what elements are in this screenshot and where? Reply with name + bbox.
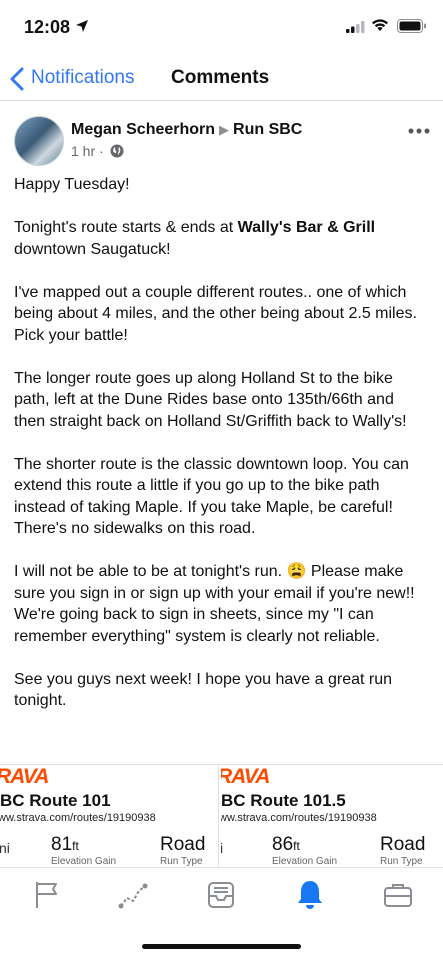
location-arrow-icon bbox=[76, 20, 88, 32]
route-name: BC Route 101.5 bbox=[221, 791, 346, 810]
route-url: ww.strava.com/routes/19190938 bbox=[221, 812, 377, 824]
flag-icon[interactable] bbox=[29, 878, 63, 912]
route-card[interactable]: RAVA BC Route 101 ww.strava.com/routes/1… bbox=[0, 765, 219, 868]
elevation-unit: ft bbox=[293, 839, 300, 853]
run-type-value: Road bbox=[380, 834, 426, 855]
elevation-label: Elevation Gain bbox=[272, 856, 338, 867]
text-span: I will not be able to be at tonight's ru… bbox=[14, 563, 287, 580]
route-icon[interactable] bbox=[116, 878, 150, 912]
run-type-label: Run Type bbox=[380, 856, 423, 867]
elevation-unit: ft bbox=[72, 839, 79, 853]
text-span: downtown Saugatuck! bbox=[14, 240, 171, 258]
stat-fragment: i bbox=[221, 840, 224, 856]
home-indicator[interactable] bbox=[142, 944, 301, 949]
status-bar: 12:08 bbox=[0, 0, 443, 56]
route-card[interactable]: RAVA BC Route 101.5 ww.strava.com/routes… bbox=[221, 765, 443, 868]
post-paragraph: I will not be able to be at tonight's ru… bbox=[14, 561, 429, 647]
run-type-value: Road bbox=[160, 834, 206, 855]
back-button[interactable]: Notifications bbox=[31, 67, 135, 89]
weary-face-emoji: 😩 bbox=[286, 563, 307, 580]
battery-icon bbox=[397, 19, 426, 33]
globe-icon bbox=[110, 144, 124, 158]
chevron-left-icon[interactable] bbox=[10, 67, 24, 91]
run-type-label: Run Type bbox=[160, 856, 203, 867]
post-paragraph: Tonight's route starts & ends at Wally's… bbox=[14, 217, 429, 260]
route-name: BC Route 101 bbox=[0, 791, 111, 810]
post-body: Happy Tuesday! Tonight's route starts & … bbox=[14, 174, 429, 733]
group-name[interactable]: Run SBC bbox=[233, 121, 302, 138]
post-paragraph: The longer route goes up along Holland S… bbox=[14, 369, 407, 430]
avatar[interactable] bbox=[14, 116, 64, 166]
elevation-label: Elevation Gain bbox=[51, 856, 117, 867]
stat-fragment: ni bbox=[0, 840, 10, 856]
post-meta: 1 hr · bbox=[71, 143, 124, 159]
navigation-bar: Notifications Comments bbox=[0, 56, 443, 101]
inbox-icon[interactable] bbox=[204, 878, 238, 912]
wifi-icon bbox=[372, 19, 388, 31]
venue-name: Wally's Bar & Grill bbox=[237, 219, 376, 236]
post-paragraph: I've mapped out a couple different route… bbox=[14, 283, 417, 344]
post-header: Megan Scheerhorn ▶ Run SBC bbox=[71, 121, 302, 139]
elevation-number: 86 bbox=[272, 834, 294, 855]
text-span: Tonight's route starts & ends at bbox=[14, 219, 238, 236]
cellular-signal-icon bbox=[346, 21, 365, 33]
briefcase-icon[interactable] bbox=[381, 878, 415, 912]
post-paragraph: The shorter route is the classic downtow… bbox=[14, 455, 409, 538]
page-title: Comments bbox=[171, 67, 270, 88]
post-paragraph: See you guys next week! I hope you have … bbox=[14, 670, 393, 710]
strava-logo: RAVA bbox=[221, 765, 270, 788]
more-options-icon[interactable] bbox=[408, 128, 430, 134]
post-time[interactable]: 1 hr · bbox=[71, 143, 104, 159]
bell-icon[interactable] bbox=[293, 878, 327, 912]
triangle-right-icon: ▶ bbox=[219, 122, 230, 137]
strava-logo: RAVA bbox=[0, 765, 49, 788]
elevation-value: 81ft bbox=[51, 834, 79, 856]
elevation-number: 81 bbox=[51, 834, 73, 855]
clock-time: 12:08 bbox=[24, 17, 71, 37]
post-paragraph: Happy Tuesday! bbox=[14, 176, 130, 193]
elevation-value: 86ft bbox=[272, 834, 300, 856]
route-url: ww.strava.com/routes/19190938 bbox=[0, 812, 156, 824]
route-cards-carousel[interactable]: RAVA BC Route 101 ww.strava.com/routes/1… bbox=[0, 764, 443, 868]
author-name[interactable]: Megan Scheerhorn bbox=[71, 121, 215, 138]
